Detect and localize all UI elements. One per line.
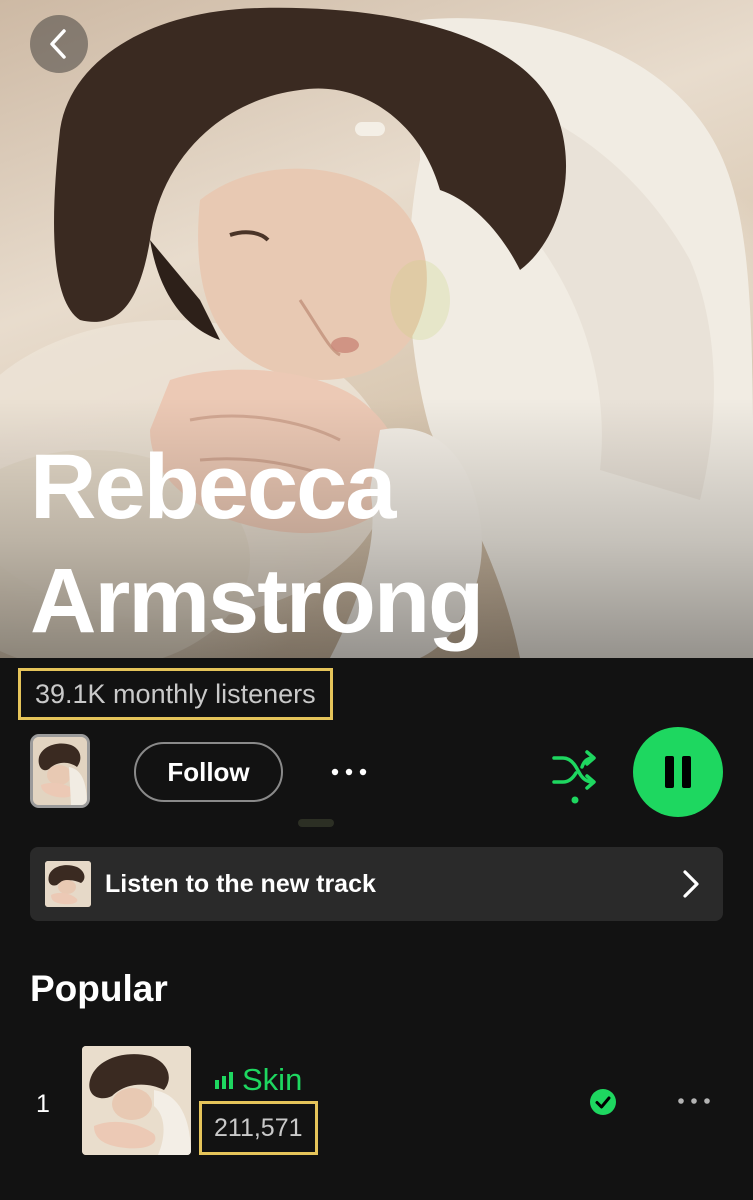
- follow-button[interactable]: Follow: [134, 742, 283, 802]
- track-title-group: Skin: [214, 1062, 302, 1098]
- back-button[interactable]: [30, 15, 88, 73]
- track-title: Skin: [242, 1062, 303, 1097]
- chevron-left-icon: [50, 29, 66, 59]
- track-more-options-button[interactable]: [672, 1086, 716, 1116]
- more-options-button[interactable]: [326, 752, 372, 792]
- new-track-banner[interactable]: Listen to the new track: [30, 847, 723, 921]
- artist-name-line-1: Rebecca: [30, 436, 396, 538]
- track-artwork-image: [82, 1046, 191, 1155]
- track-artwork: [82, 1046, 191, 1155]
- shuffle-button[interactable]: [546, 748, 602, 808]
- artist-name-line-2: Armstrong: [30, 550, 484, 652]
- track-play-count: 211,571: [199, 1101, 318, 1155]
- artist-hero-image: Rebecca Armstrong: [0, 0, 753, 658]
- artist-preview-thumbnail[interactable]: [30, 734, 90, 808]
- scroll-indicator: [298, 819, 334, 827]
- chevron-right-icon: [683, 870, 699, 898]
- check-circle-icon: [590, 1089, 616, 1115]
- artist-thumbnail-image: [33, 737, 87, 805]
- more-horizontal-icon: [678, 1098, 710, 1104]
- track-row[interactable]: 1 Skin 211,571: [0, 1040, 753, 1160]
- play-pause-button[interactable]: [633, 727, 723, 817]
- new-track-artwork: [45, 861, 91, 907]
- pause-icon: [665, 756, 691, 788]
- new-track-thumbnail: [45, 861, 91, 907]
- new-track-label: Listen to the new track: [105, 869, 376, 898]
- more-horizontal-icon: [331, 768, 367, 776]
- monthly-listeners: 39.1K monthly listeners: [18, 668, 333, 720]
- equalizer-bars-icon: [215, 1072, 233, 1089]
- artist-name: Rebecca Armstrong: [30, 430, 720, 658]
- track-rank: 1: [36, 1090, 50, 1118]
- artist-page: Rebecca Armstrong 39.1K monthly listener…: [0, 0, 753, 1200]
- shuffle-icon: [552, 750, 596, 804]
- popular-section-title: Popular: [30, 968, 168, 1009]
